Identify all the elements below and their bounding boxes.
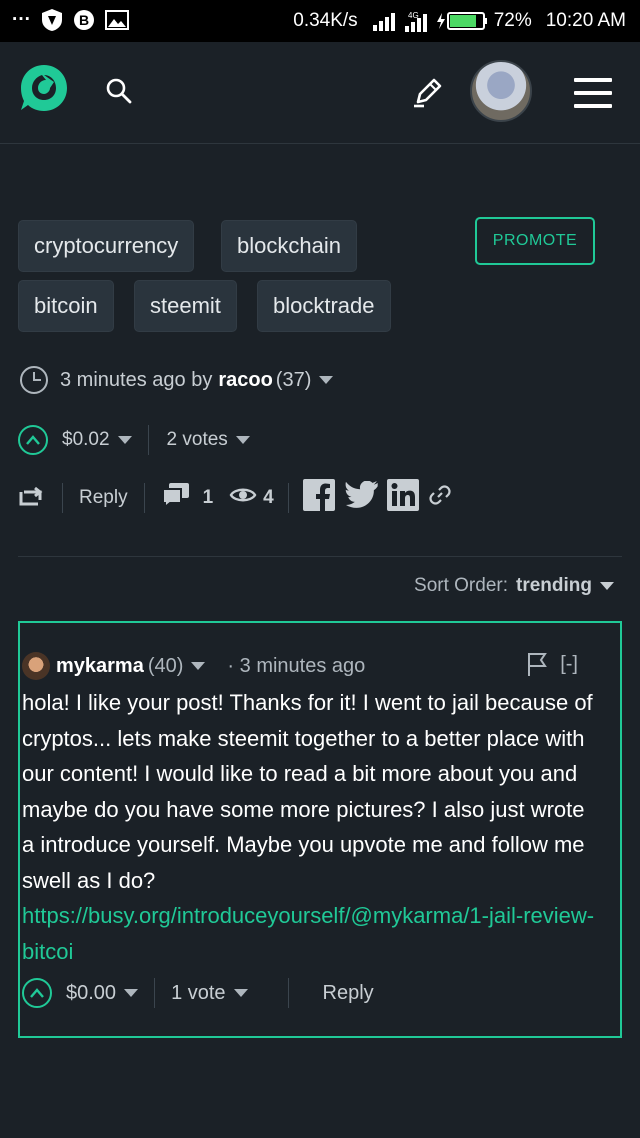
- busy-logo-icon[interactable]: [18, 62, 70, 114]
- top-navigation: [0, 42, 640, 144]
- post-meta: 3 minutes ago by racoo (37): [18, 362, 334, 398]
- comments-icon[interactable]: [161, 481, 191, 515]
- signal-4g-icon: 4G: [404, 10, 430, 32]
- divider: [287, 978, 289, 1008]
- promote-button[interactable]: PROMOTE: [475, 217, 595, 265]
- comment-card: mykarma (40) · 3 minutes ago [-] hola! I…: [18, 621, 622, 1038]
- divider: [287, 483, 289, 513]
- comment-author[interactable]: mykarma: [56, 655, 144, 678]
- flag-icon[interactable]: [526, 651, 548, 677]
- twitter-icon[interactable]: [345, 480, 379, 515]
- avatar[interactable]: [470, 60, 532, 122]
- clock-icon: [18, 364, 50, 396]
- sort-value[interactable]: trending: [516, 575, 592, 597]
- sort-order-selector[interactable]: Sort Order: trending: [414, 575, 614, 597]
- link-icon[interactable]: [429, 484, 451, 512]
- post-time: 3 minutes ago by: [60, 368, 213, 391]
- tag-blocktrade[interactable]: blocktrade: [257, 280, 391, 332]
- sort-dropdown-icon[interactable]: [600, 582, 614, 590]
- comment-text: hola! I like your post! Thanks for it! I…: [22, 690, 593, 893]
- status-bar: ··· B 0.34K/s 4G 72% 10:20 AM: [0, 0, 640, 42]
- comment-author-reputation: (40): [147, 654, 184, 677]
- payout-dropdown-icon[interactable]: [117, 436, 132, 444]
- tag-cryptocurrency[interactable]: cryptocurrency: [18, 220, 195, 272]
- comment-count: 1: [202, 487, 214, 508]
- post-vote-count[interactable]: 2 votes: [167, 429, 228, 451]
- comment-vote-bar: $0.00 1 vote Reply: [22, 975, 374, 1011]
- tag-steemit[interactable]: steemit: [134, 280, 237, 332]
- write-icon[interactable]: [410, 74, 446, 110]
- comment-payout-dropdown-icon[interactable]: [124, 989, 139, 997]
- image-icon: [104, 10, 129, 30]
- view-count: 4: [263, 487, 274, 508]
- network-speed: 0.34K/s: [293, 10, 358, 31]
- author-dropdown-icon[interactable]: [319, 376, 334, 384]
- post-author[interactable]: racoo: [218, 369, 272, 392]
- comment-payout[interactable]: $0.00: [66, 982, 116, 1005]
- sort-label: Sort Order:: [414, 575, 508, 596]
- divider: [143, 483, 145, 513]
- collapse-comment-button[interactable]: [-]: [560, 653, 578, 676]
- svg-text:B: B: [79, 12, 89, 28]
- comment-votes-dropdown-icon[interactable]: [233, 989, 248, 997]
- comment-body: hola! I like your post! Thanks for it! I…: [22, 685, 602, 969]
- reply-button[interactable]: Reply: [79, 487, 128, 509]
- facebook-icon[interactable]: [302, 479, 335, 517]
- votes-dropdown-icon[interactable]: [235, 436, 250, 444]
- tag-blockchain[interactable]: blockchain: [221, 220, 357, 272]
- search-icon[interactable]: [104, 76, 134, 106]
- clock-time: 10:20 AM: [545, 10, 626, 31]
- eye-icon: [229, 485, 257, 511]
- post-payout[interactable]: $0.02: [62, 429, 110, 451]
- battery-icon: [436, 11, 488, 31]
- reblog-icon[interactable]: [18, 482, 46, 514]
- comment-avatar[interactable]: [22, 652, 50, 680]
- comment-link[interactable]: https://busy.org/introduceyourself/@myka…: [22, 903, 594, 964]
- comment-vote-count[interactable]: 1 vote: [171, 982, 225, 1005]
- comment-header: mykarma (40) · 3 minutes ago: [22, 651, 365, 681]
- section-divider: [18, 556, 622, 557]
- comment-author-dropdown-icon[interactable]: [191, 662, 206, 670]
- comment-upvote-icon[interactable]: [22, 978, 52, 1008]
- post-action-bar: Reply 1 4: [18, 477, 451, 519]
- divider: [147, 425, 149, 455]
- comment-time: · 3 minutes ago: [227, 654, 366, 677]
- divider: [62, 483, 63, 513]
- vpn-shield-icon: [41, 8, 63, 32]
- post-vote-bar: $0.02 2 votes: [18, 422, 250, 458]
- svg-text:4G: 4G: [408, 11, 419, 20]
- tag-bitcoin[interactable]: bitcoin: [18, 280, 114, 332]
- comment-reply-button[interactable]: Reply: [323, 982, 374, 1005]
- divider: [154, 978, 156, 1008]
- signal-icon: [372, 11, 398, 31]
- upvote-icon[interactable]: [18, 425, 48, 455]
- bitcoin-app-icon: B: [73, 9, 95, 31]
- hamburger-menu-icon[interactable]: [574, 78, 612, 108]
- linkedin-icon[interactable]: [386, 479, 419, 517]
- more-dots: ···: [12, 9, 31, 30]
- battery-percent: 72%: [493, 10, 532, 31]
- post-author-reputation: (37): [275, 368, 312, 391]
